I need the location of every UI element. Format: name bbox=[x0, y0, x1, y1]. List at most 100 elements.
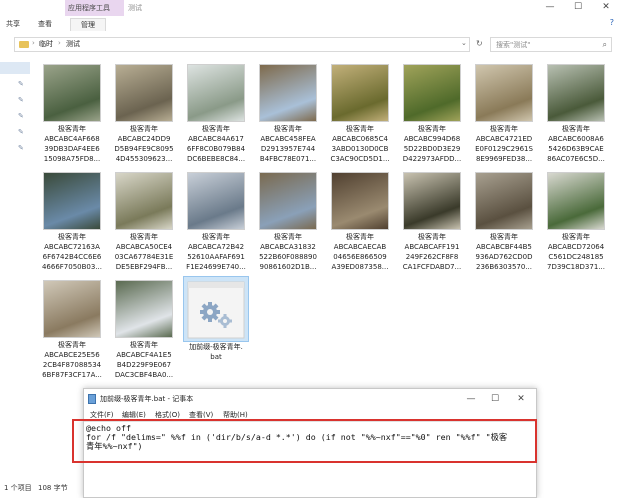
file-item[interactable]: 极客青年 ABCABCA31832 522B60F088890 90861602D1B… bbox=[254, 168, 322, 272]
pin-icon: ✎ bbox=[18, 144, 24, 152]
file-name-line: 2CB4F87088534 bbox=[42, 361, 102, 369]
file-item[interactable]: 极客青年 ABCABC4721ED E0F0129C2961S 8E9969FED38… bbox=[470, 60, 538, 164]
file-name-line: 04656E866509 bbox=[333, 253, 387, 261]
close-button[interactable]: ✕ bbox=[592, 0, 620, 14]
file-extension: bat bbox=[210, 353, 222, 361]
file-name-line: 52610AAFAF691 bbox=[187, 253, 245, 261]
help-icon[interactable]: ? bbox=[610, 18, 614, 27]
breadcrumb-temp[interactable]: 临时 bbox=[39, 39, 53, 49]
file-title: 极客青年 bbox=[130, 233, 158, 241]
search-input[interactable]: 搜索"测试" ⌕ bbox=[490, 37, 612, 52]
file-name-line: ABCABCBF44B5 bbox=[476, 243, 532, 251]
file-name-line: ABCABCAECAB bbox=[333, 243, 387, 251]
breadcrumb-test[interactable]: 测试 bbox=[66, 39, 80, 49]
file-item[interactable]: 极客青年 ABCABC72163A 6F6742B4CC6E6 4666F7050B0… bbox=[38, 168, 106, 272]
file-item[interactable]: 极客青年 ABCABC6008A6 5426D63B9CAE 86AC07E6C5D.… bbox=[542, 60, 610, 164]
file-item[interactable]: 极客青年 ABCABCA50CE4 03CA67784E31E DE5EBF294FB… bbox=[110, 168, 178, 272]
file-name-line: 936AD762CD0D bbox=[475, 253, 533, 261]
ribbon: 应用程序工具 测试 — ☐ ✕ 共享 查看 管理 ? bbox=[0, 0, 620, 32]
file-item[interactable]: 极客青年 ABCABC4AF668 39DB3DAF4EE6 15098A75FD8.… bbox=[38, 60, 106, 164]
file-name-line: 03CA67784E31E bbox=[114, 253, 174, 261]
file-name-line: 86AC07E6C5D... bbox=[547, 155, 605, 163]
notepad-close-button[interactable]: ✕ bbox=[510, 392, 532, 406]
file-name-line: 4666F7050B03... bbox=[41, 263, 103, 271]
address-bar[interactable]: › 临时 › 测试 ⌄ bbox=[14, 37, 470, 52]
file-name-line: 249F262CF8F8 bbox=[405, 253, 459, 261]
file-item[interactable]: 极客青年 ABCABCE25E56 2CB4F87088534 6BF87F3CF17… bbox=[38, 276, 106, 380]
notepad-minimize-button[interactable]: — bbox=[460, 392, 482, 406]
file-name-line: 15098A75FD8... bbox=[43, 155, 101, 163]
file-name-line: ABCABCAFF191 bbox=[404, 243, 460, 251]
file-title: 极客青年 bbox=[202, 233, 230, 241]
address-row: › 临时 › 测试 ⌄ ↻ 搜索"测试" ⌕ bbox=[0, 34, 620, 54]
file-item[interactable]: 极客青年 ABCABCBF44B5 936AD762CD0D 236B6303570.… bbox=[470, 168, 538, 272]
file-title: 极客青年 bbox=[490, 233, 518, 241]
search-icon[interactable]: ⌕ bbox=[603, 40, 607, 50]
file-item[interactable]: 极客青年 ABCABCF4A1E5 B4D229F9E067 DAC3CBF4BA0.… bbox=[110, 276, 178, 380]
file-name-line: ABCABC994D68 bbox=[403, 135, 461, 143]
tab-view[interactable]: 查看 bbox=[38, 18, 52, 31]
search-placeholder: 搜索"测试" bbox=[496, 41, 531, 49]
image-thumbnail bbox=[115, 280, 173, 338]
maximize-button[interactable]: ☐ bbox=[564, 0, 592, 14]
file-name-line: B4FBC78E071... bbox=[259, 155, 317, 163]
image-thumbnail bbox=[259, 172, 317, 230]
status-selection-size: 108 字节 bbox=[38, 484, 68, 492]
image-thumbnail bbox=[475, 64, 533, 122]
file-item[interactable]: 极客青年 ABCABCAECAB 04656E866509 A39ED087358..… bbox=[326, 168, 394, 272]
file-title: 极客青年 bbox=[562, 233, 590, 241]
batch-file-icon bbox=[187, 281, 245, 339]
file-name-line: 522B60F088890 bbox=[259, 253, 317, 261]
file-item[interactable]: 极客青年 ABCABCAFF191 249F262CF8F8 CA1FCFDABD7.… bbox=[398, 168, 466, 272]
file-name-line: C561DC248185 bbox=[548, 253, 604, 261]
notepad-title-bar: 加前缀-极客青年.bat - 记事本 — ☐ ✕ bbox=[84, 389, 536, 409]
file-title: 极客青年 bbox=[346, 125, 374, 133]
image-thumbnail bbox=[187, 172, 245, 230]
file-title: 极客青年 bbox=[58, 341, 86, 349]
file-item[interactable]: 极客青年 ABCABC84A617 6FF8C0B079B84 DC6BEBE8C84… bbox=[182, 60, 250, 164]
file-name-line: D422973AFDD... bbox=[402, 155, 462, 163]
bat-file-item[interactable]: 加前缀-极客青年. bat bbox=[182, 276, 250, 362]
window-title: 测试 bbox=[128, 4, 142, 12]
file-name-line: 7D39C18D371... bbox=[547, 263, 605, 271]
tab-share[interactable]: 共享 bbox=[6, 18, 20, 31]
file-title: 极客青年 bbox=[418, 233, 446, 241]
minimize-button[interactable]: — bbox=[536, 0, 564, 14]
context-tab-group-label: 应用程序工具 bbox=[68, 4, 110, 12]
file-item[interactable]: 极客青年 ABCABC994D68 5D22BD0D3E29 D422973AFDD.… bbox=[398, 60, 466, 164]
notepad-maximize-button[interactable]: ☐ bbox=[484, 392, 506, 406]
file-item[interactable]: 极客青年 ABCABC24DD9 D5B94FE9C8095 4D455309623.… bbox=[110, 60, 178, 164]
file-name-line: 90861602D1B... bbox=[259, 263, 317, 271]
file-name-line: ABCABC72163A bbox=[44, 243, 100, 251]
file-name-line: 加前缀-极客青年. bbox=[189, 343, 243, 351]
file-name-line: B4D229F9E067 bbox=[116, 361, 172, 369]
file-name-line: ABCABC6008A6 bbox=[548, 135, 604, 143]
refresh-icon[interactable]: ↻ bbox=[476, 39, 483, 48]
image-thumbnail bbox=[115, 172, 173, 230]
file-name-line: ABCABCE25E56 bbox=[44, 351, 100, 359]
file-name-line: 6BF87F3CF17A... bbox=[42, 371, 102, 379]
file-name-line: 39DB3DAF4EE6 bbox=[44, 145, 100, 153]
file-item[interactable]: 极客青年 ABCABCA72B42 52610AAFAF691 F1E24699E74… bbox=[182, 168, 250, 272]
nav-item-quick-access[interactable] bbox=[0, 62, 30, 74]
file-name-line: D2913957E744 bbox=[260, 145, 316, 153]
image-thumbnail bbox=[43, 280, 101, 338]
file-name-line: ABCABCA31832 bbox=[260, 243, 316, 251]
file-name-line: ABCABCA50CE4 bbox=[115, 243, 173, 251]
file-name-line: F1E24699E740... bbox=[186, 263, 246, 271]
file-item[interactable]: 极客青年 ABCABC0685C4 3ABD0130D0CB C3AC90CD5D1.… bbox=[326, 60, 394, 164]
address-dropdown-icon[interactable]: ⌄ bbox=[461, 39, 467, 47]
image-thumbnail bbox=[403, 64, 461, 122]
image-thumbnail bbox=[187, 64, 245, 122]
file-title: 极客青年 bbox=[346, 233, 374, 241]
file-item[interactable]: 极客青年 ABCABC458FEA D2913957E744 B4FBC78E071.… bbox=[254, 60, 322, 164]
image-thumbnail bbox=[43, 64, 101, 122]
file-name-line: 5D22BD0D3E29 bbox=[403, 145, 461, 153]
image-thumbnail bbox=[547, 172, 605, 230]
file-title: 极客青年 bbox=[202, 125, 230, 133]
file-name-line: ABCABCA72B42 bbox=[187, 243, 245, 251]
file-title: 极客青年 bbox=[130, 341, 158, 349]
navigation-pane: ✎ ✎ ✎ ✎ ✎ bbox=[0, 56, 30, 481]
tab-manage[interactable]: 管理 bbox=[70, 18, 106, 31]
file-item[interactable]: 极客青年 ABCABCD72064 C561DC248185 7D39C18D371.… bbox=[542, 168, 610, 272]
